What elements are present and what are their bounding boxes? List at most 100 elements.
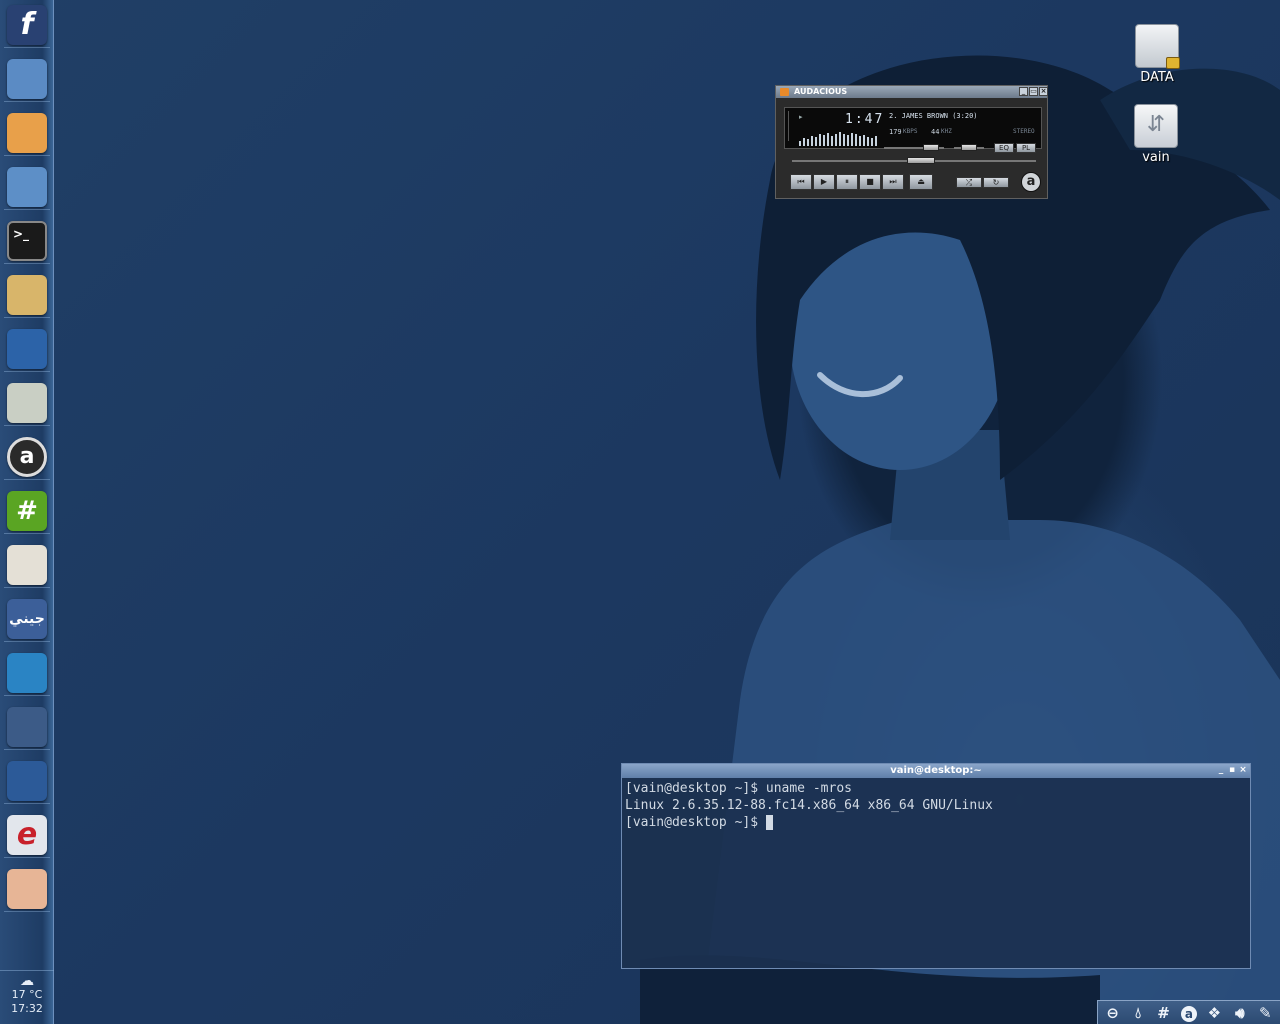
dock-item-calculator[interactable] [4,380,50,426]
terminal-prompt-line[interactable]: [vain@desktop ~]$ [625,814,1247,831]
desktop-icon-label: vain [1142,150,1170,165]
spectrum-bar [863,135,865,146]
balance-slider-knob[interactable] [961,144,977,151]
dock-item-home-folder[interactable] [4,164,50,210]
dock-item-arabic-app[interactable]: جيني [4,596,50,642]
pause-button[interactable]: ⏸ [836,174,858,190]
spectrum-bar [827,133,829,146]
system-tray: ⊖ 💧︎ # a ❖ 🔊︎ ✎ [1097,1000,1280,1024]
terminal-window[interactable]: vain@desktop:~ _ ▪ × [vain@desktop ~]$ u… [621,763,1251,969]
spectrum-bar [835,134,837,146]
desktop-icon-label: DATA [1140,70,1174,85]
audacious-player-window[interactable]: AUDACIOUS _ ▭ × ▸ 1:47 2. JAMES BROWN (3… [775,85,1048,199]
eye-viewer-icon [7,868,47,909]
status-indicators [788,111,794,141]
shade-button[interactable]: ▭ [1029,87,1038,96]
irc-chat-icon: # [7,490,47,531]
terminal-output[interactable]: [vain@desktop ~]$ uname -mros Linux 2.6.3… [622,778,1250,833]
dock-item-irc-chat[interactable]: # [4,488,50,534]
volume-icon[interactable]: 🔊︎ [1230,1004,1250,1022]
fedora-icon: f [7,4,47,45]
audacious-titlebar[interactable]: AUDACIOUS _ ▭ × [776,86,1048,98]
spectrum-visualizer [799,130,877,146]
weather-cloud-icon: ☁ [20,973,34,989]
dock-item-eye-viewer[interactable] [4,866,50,912]
desktop-icon-vain[interactable]: ⇵ vain [1126,104,1186,165]
repeat-button[interactable]: ↻ [983,177,1009,188]
dock-item-footprints[interactable] [4,758,50,804]
terminal-title: vain@desktop:~ [890,765,982,776]
spectrum-bar [859,136,861,146]
dock-item-audacious[interactable]: a [4,434,50,480]
terminal-titlebar[interactable]: vain@desktop:~ _ ▪ × [622,764,1250,778]
previous-button[interactable]: ⏮ [790,174,812,190]
spectrum-bar [855,134,857,146]
chromium-icon [7,58,47,99]
close-button[interactable]: × [1039,87,1048,96]
spectrum-bar [807,139,809,146]
minimize-button[interactable]: _ [1216,765,1226,776]
spectrum-bar [799,141,801,146]
spectrum-bar [815,137,817,146]
spectrum-bar [867,137,869,146]
equalizer-button[interactable]: EQ [994,143,1014,153]
desktop-icon-data[interactable]: DATA [1127,24,1187,85]
play-button[interactable]: ▶ [813,174,835,190]
minimize-button[interactable]: _ [1019,87,1028,96]
clock-time: 17:32 [11,1002,43,1015]
spectrum-bar [875,136,877,146]
eject-button[interactable]: ⏏ [909,174,933,190]
maximize-button[interactable]: ▪ [1227,765,1237,776]
dropbox-icon[interactable]: ❖ [1204,1004,1224,1022]
lock-icon [1166,57,1180,69]
dock-item-system-monitor[interactable] [4,650,50,696]
terminal-line: [vain@desktop ~]$ uname -mros [625,781,852,796]
terminal-icon: >_ [7,220,47,261]
spectrum-bar [839,132,841,146]
dock-item-openoffice[interactable] [4,326,50,372]
shuffle-button[interactable]: ⤮ [956,177,982,188]
spectrum-bar [819,134,821,146]
bitrate-value: 179 [889,128,902,136]
track-title: 2. JAMES BROWN (3:20) [889,112,978,120]
samplerate-value: 44 [931,128,940,136]
drop-icon[interactable]: 💧︎ [1128,1004,1148,1022]
close-button[interactable]: × [1238,765,1248,776]
calculator-icon [7,382,47,423]
dock-item-chromium[interactable] [4,56,50,102]
drive-icon [1135,24,1180,69]
paint-icon [7,274,47,315]
dock-item-web-browser[interactable]: e [4,812,50,858]
elapsed-time[interactable]: 1:47 [845,112,884,127]
stop-button[interactable]: ■ [859,174,881,190]
audacious-about-button[interactable]: a [1021,172,1041,192]
audacious-tray-icon[interactable]: a [1179,1004,1199,1022]
pen-icon[interactable]: ✎ [1255,1004,1275,1022]
audacious-logo-icon [780,88,789,96]
dock-item-fedora[interactable]: f [4,2,50,48]
dock-item-mail[interactable] [4,110,50,156]
seek-bar-knob[interactable] [907,157,936,164]
audacious-title: AUDACIOUS [794,87,848,96]
next-button[interactable]: ⏭ [882,174,904,190]
openoffice-icon [7,328,47,369]
dock-item-video-player[interactable] [4,704,50,750]
dock-item-terminal[interactable]: >_ [4,218,50,264]
hash-icon[interactable]: # [1154,1004,1174,1022]
dock-item-paint[interactable] [4,272,50,318]
application-dock: f >_a # جيني e ☁ 17 °C 17:32 [0,0,54,1024]
text-cursor [765,815,773,830]
volume-slider-knob[interactable] [922,144,939,151]
weather-widget[interactable]: ☁ 17 °C 17:32 [0,970,54,1024]
playlist-button[interactable]: PL [1016,143,1036,153]
spectrum-bar [823,135,825,146]
dock-item-text-editor[interactable] [4,542,50,588]
zoom-icon[interactable]: ⊖ [1103,1004,1123,1022]
spectrum-bar [871,138,873,146]
terminal-prompt: [vain@desktop ~]$ [625,815,766,830]
spectrum-bar [851,133,853,146]
weather-temperature: 17 °C [11,988,43,1001]
mail-icon [7,112,47,153]
text-editor-icon [7,544,47,585]
spectrum-bar [843,134,845,146]
